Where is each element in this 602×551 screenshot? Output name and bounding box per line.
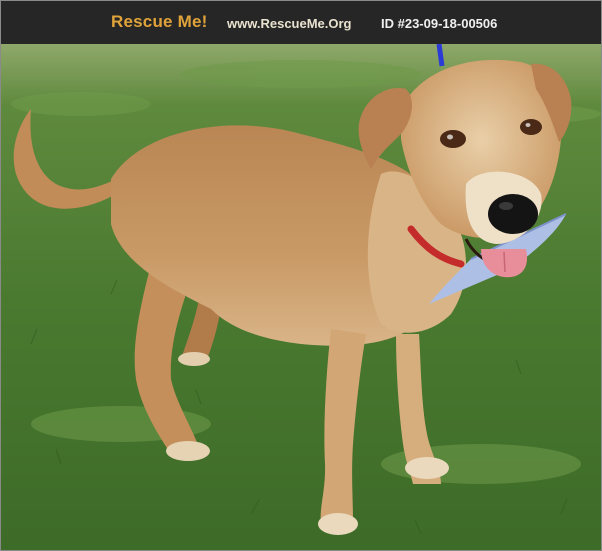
rescue-card: Rescue Me! www.RescueMe.Org ID #23-09-18… <box>0 0 602 551</box>
brand-logo-text[interactable]: Rescue Me! <box>111 12 207 32</box>
dog-photo <box>1 44 601 550</box>
site-url[interactable]: www.RescueMe.Org <box>227 16 352 31</box>
pet-id-label: ID #23-09-18-00506 <box>381 16 498 31</box>
header-bar: Rescue Me! www.RescueMe.Org ID #23-09-18… <box>1 1 601 44</box>
